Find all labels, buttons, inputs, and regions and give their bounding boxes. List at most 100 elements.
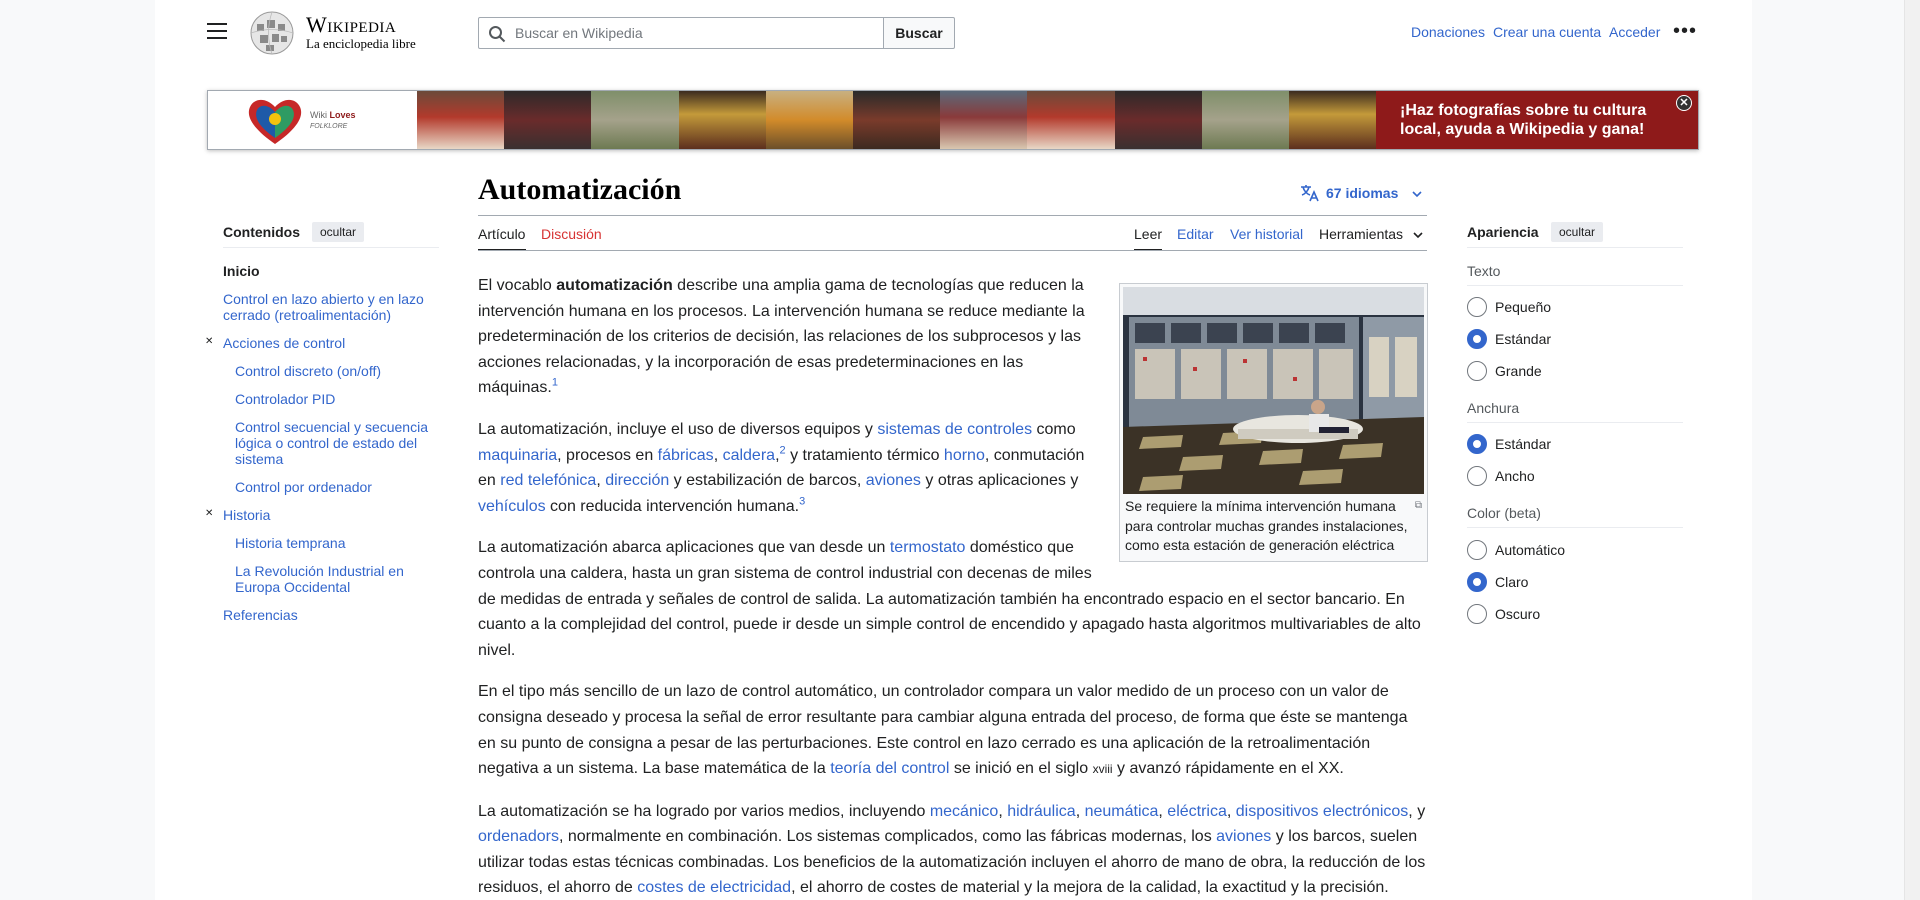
width-standard-option[interactable]: Estándar bbox=[1467, 434, 1551, 454]
toc-heading: Contenidos bbox=[223, 224, 300, 240]
language-button[interactable]: 67 idiomas bbox=[1300, 184, 1422, 202]
toc-item-secuencial-line2[interactable]: lógica o control de estado del bbox=[235, 435, 417, 451]
tab-talk[interactable]: Discusión bbox=[541, 226, 602, 242]
text-size-standard-option[interactable]: Estándar bbox=[1467, 329, 1551, 349]
text-size-small-option[interactable]: Pequeño bbox=[1467, 297, 1551, 317]
link-neumatica[interactable]: neumática bbox=[1085, 803, 1159, 820]
more-options-icon[interactable]: ••• bbox=[1673, 21, 1697, 41]
radio-selected-icon[interactable] bbox=[1467, 572, 1487, 592]
toc-item-historia-temprana[interactable]: Historia temprana bbox=[235, 535, 346, 551]
toc-hide-button[interactable]: ocultar bbox=[312, 222, 365, 242]
login-link[interactable]: Acceder bbox=[1609, 24, 1660, 40]
link-costes-de-electricidad[interactable]: costes de electricidad bbox=[637, 879, 791, 896]
link-hidraulica[interactable]: hidráulica bbox=[1007, 803, 1075, 820]
wiki-loves-folklore-banner[interactable]: Wiki Loves FOLKLORE ¡Haz fotografías sob… bbox=[207, 90, 1699, 150]
toc-item-lazo-line2[interactable]: cerrado (retroalimentación) bbox=[223, 307, 391, 323]
radio-icon[interactable] bbox=[1467, 604, 1487, 624]
appearance-hide-button[interactable]: ocultar bbox=[1551, 222, 1604, 242]
link-vehiculos[interactable]: vehículos bbox=[478, 498, 546, 515]
toc-item-referencias[interactable]: Referencias bbox=[223, 607, 298, 623]
tools-label: Herramientas bbox=[1319, 226, 1404, 242]
page-title: Automatización bbox=[478, 173, 682, 206]
banner-cta-line1: ¡Haz fotografías sobre tu cultura bbox=[1400, 102, 1647, 119]
toc-item-ordenador[interactable]: Control por ordenador bbox=[235, 479, 372, 495]
color-divider bbox=[1467, 527, 1683, 528]
article-figure: ⧉ Se requiere la mínima intervención hum… bbox=[1119, 283, 1428, 562]
radio-selected-icon[interactable] bbox=[1467, 434, 1487, 454]
width-label: Anchura bbox=[1467, 400, 1520, 416]
paragraph-5: La automatización se ha logrado por vari… bbox=[478, 802, 1426, 897]
color-light-option[interactable]: Claro bbox=[1467, 572, 1528, 592]
tab-edit[interactable]: Editar bbox=[1177, 226, 1214, 242]
toc-collapse-icon[interactable]: ✕ bbox=[205, 336, 213, 347]
search-input[interactable] bbox=[515, 18, 875, 48]
width-divider bbox=[1467, 422, 1683, 423]
text-size-large-option[interactable]: Grande bbox=[1467, 361, 1542, 381]
link-ordenadors[interactable]: ordenadors bbox=[478, 828, 559, 845]
toc-collapse-icon[interactable]: ✕ bbox=[205, 508, 213, 519]
radio-icon[interactable] bbox=[1467, 466, 1487, 486]
link-fabricas[interactable]: fábricas bbox=[658, 447, 714, 464]
color-dark-option[interactable]: Oscuro bbox=[1467, 604, 1540, 624]
radio-icon[interactable] bbox=[1467, 297, 1487, 317]
search-field[interactable] bbox=[478, 17, 884, 49]
toc-item-revolucion-line2[interactable]: Europa Occidental bbox=[235, 579, 350, 595]
wikipedia-globe-logo[interactable] bbox=[247, 10, 297, 56]
banner-photo-strip bbox=[417, 91, 1377, 149]
toc-item-secuencial-line1[interactable]: Control secuencial y secuencia bbox=[235, 419, 428, 435]
banner-cta[interactable]: ¡Haz fotografías sobre tu cultura local,… bbox=[1376, 91, 1698, 149]
reference-link[interactable]: 1 bbox=[552, 377, 558, 389]
link-termostato[interactable]: termostato bbox=[890, 539, 966, 556]
link-horno[interactable]: horno bbox=[944, 447, 985, 464]
power-station-control-room-image[interactable] bbox=[1123, 287, 1424, 494]
link-sistemas-de-controles[interactable]: sistemas de controles bbox=[877, 421, 1032, 438]
paragraph-4: En el tipo más sencillo de un lazo de co… bbox=[478, 683, 1408, 778]
radio-icon[interactable] bbox=[1467, 540, 1487, 560]
wikipedia-wordmark[interactable]: Wikipedia bbox=[306, 12, 396, 38]
banner-close-icon[interactable]: ✕ bbox=[1676, 95, 1692, 111]
donate-link[interactable]: Donaciones bbox=[1411, 24, 1485, 40]
link-electrica[interactable]: eléctrica bbox=[1167, 803, 1227, 820]
enlarge-icon[interactable]: ⧉ bbox=[1415, 496, 1422, 516]
link-teoria-del-control[interactable]: teoría del control bbox=[830, 760, 949, 777]
chevron-down-icon bbox=[1413, 232, 1423, 239]
text-size-label: Texto bbox=[1467, 263, 1501, 279]
link-aviones[interactable]: aviones bbox=[1216, 828, 1271, 845]
link-caldera[interactable]: caldera bbox=[723, 447, 775, 464]
link-red-telefonica[interactable]: red telefónica bbox=[500, 472, 596, 489]
scrollbar[interactable] bbox=[1904, 0, 1920, 900]
color-label: Color (beta) bbox=[1467, 505, 1541, 521]
toc-divider bbox=[223, 247, 439, 248]
tools-menu[interactable]: Herramientas bbox=[1319, 226, 1423, 242]
search-button[interactable]: Buscar bbox=[883, 17, 955, 49]
wlf-logo-text: Wiki Loves FOLKLORE bbox=[310, 110, 356, 130]
toc-item-inicio[interactable]: Inicio bbox=[223, 263, 260, 279]
toc-item-revolucion-line1[interactable]: La Revolución Industrial en bbox=[235, 563, 404, 579]
link-dispositivos-electronicos[interactable]: dispositivos electrónicos bbox=[1236, 803, 1409, 820]
radio-selected-icon[interactable] bbox=[1467, 329, 1487, 349]
link-aviones[interactable]: aviones bbox=[866, 472, 921, 489]
radio-icon[interactable] bbox=[1467, 361, 1487, 381]
appearance-divider bbox=[1467, 247, 1683, 248]
translate-icon bbox=[1301, 185, 1319, 202]
toc-item-discreto[interactable]: Control discreto (on/off) bbox=[235, 363, 381, 379]
toc-item-historia[interactable]: Historia bbox=[223, 507, 270, 523]
main-menu-button[interactable] bbox=[207, 23, 227, 39]
link-mecanico[interactable]: mecánico bbox=[930, 803, 998, 820]
tab-read[interactable]: Leer bbox=[1134, 226, 1162, 242]
chevron-down-icon bbox=[1412, 191, 1422, 198]
toc-item-pid[interactable]: Controlador PID bbox=[235, 391, 335, 407]
wlf-logo-area: Wiki Loves FOLKLORE bbox=[208, 91, 417, 149]
link-maquinaria[interactable]: maquinaria bbox=[478, 447, 557, 464]
color-auto-option[interactable]: Automático bbox=[1467, 540, 1565, 560]
create-account-link[interactable]: Crear una cuenta bbox=[1493, 24, 1601, 40]
tab-article[interactable]: Artículo bbox=[478, 226, 525, 242]
width-wide-option[interactable]: Ancho bbox=[1467, 466, 1535, 486]
toc-item-lazo-line1[interactable]: Control en lazo abierto y en lazo bbox=[223, 291, 424, 307]
toc-item-secuencial-line3[interactable]: sistema bbox=[235, 451, 283, 467]
link-direccion[interactable]: dirección bbox=[605, 472, 669, 489]
search-icon bbox=[489, 26, 506, 43]
reference-link[interactable]: 3 bbox=[799, 495, 805, 507]
toc-item-acciones[interactable]: Acciones de control bbox=[223, 335, 345, 351]
tab-history[interactable]: Ver historial bbox=[1230, 226, 1303, 242]
